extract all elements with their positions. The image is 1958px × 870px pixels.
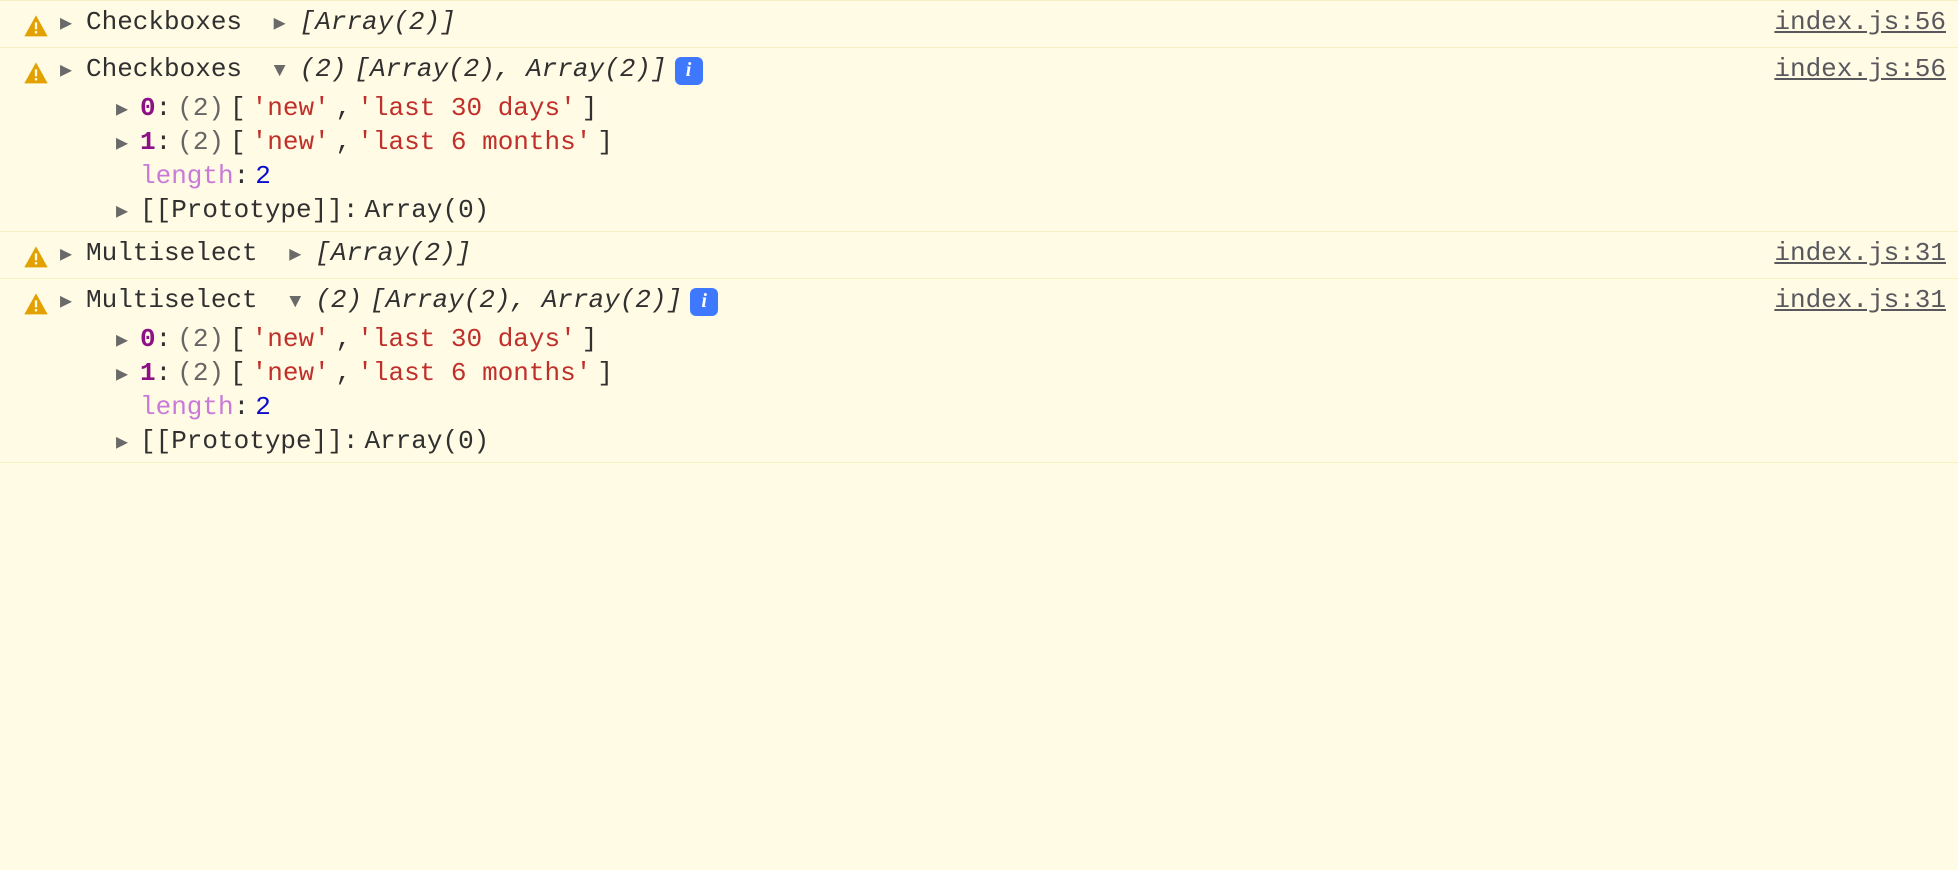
source-link[interactable]: index.js:31	[1774, 285, 1946, 315]
object-preview[interactable]: [Array(2)]	[315, 238, 471, 268]
object-expand-toggle[interactable]: ▶	[274, 10, 292, 36]
object-children: ▶ 0: (2) ['new', 'last 30 days'] ▶ 1: (2…	[116, 324, 1946, 456]
object-preview[interactable]: [Array(2)]	[300, 7, 456, 37]
log-label: Checkboxes	[86, 54, 242, 84]
array-item[interactable]: ▶ 1: (2) ['new', 'last 6 months']	[116, 358, 1946, 388]
warning-icon	[22, 244, 50, 272]
source-link[interactable]: index.js:56	[1774, 7, 1946, 37]
prototype-property[interactable]: ▶ [[Prototype]]: Array(0)	[116, 195, 1946, 225]
array-item[interactable]: ▶ 1: (2) ['new', 'last 6 months']	[116, 127, 1946, 157]
info-icon[interactable]: i	[690, 288, 718, 316]
info-icon[interactable]: i	[675, 57, 703, 85]
object-children: ▶ 0: (2) ['new', 'last 30 days'] ▶ 1: (2…	[116, 93, 1946, 225]
expand-toggle[interactable]: ▶	[116, 327, 134, 353]
expand-toggle[interactable]: ▶	[116, 96, 134, 122]
log-label: Checkboxes	[86, 7, 242, 37]
array-count: (2)	[300, 54, 347, 84]
warning-icon	[22, 60, 50, 88]
console-entry: ▶ Checkboxes ▼ (2) [Array(2), Array(2)] …	[0, 48, 1958, 232]
array-count: (2)	[315, 285, 362, 315]
length-property: ▶ length: 2	[116, 161, 1946, 191]
source-link[interactable]: index.js:31	[1774, 238, 1946, 268]
console-entry: ▶ Multiselect ▶ [Array(2)] index.js:31	[0, 232, 1958, 279]
warning-icon	[22, 13, 50, 41]
warning-icon	[22, 291, 50, 319]
expand-toggle[interactable]: ▶	[60, 288, 78, 314]
source-link[interactable]: index.js:56	[1774, 54, 1946, 84]
log-label: Multiselect	[86, 238, 258, 268]
expand-toggle[interactable]: ▶	[116, 198, 134, 224]
object-expand-toggle[interactable]: ▼	[289, 291, 307, 314]
console-entry: ▶ Multiselect ▼ (2) [Array(2), Array(2)]…	[0, 279, 1958, 463]
object-expand-toggle[interactable]: ▼	[274, 60, 292, 83]
console-entry: ▶ Checkboxes ▶ [Array(2)] index.js:56	[0, 0, 1958, 48]
expand-toggle[interactable]: ▶	[116, 429, 134, 455]
object-expand-toggle[interactable]: ▶	[289, 241, 307, 267]
object-preview[interactable]: [Array(2), Array(2)]	[370, 285, 682, 315]
expand-toggle[interactable]: ▶	[116, 130, 134, 156]
expand-toggle[interactable]: ▶	[116, 361, 134, 387]
prototype-property[interactable]: ▶ [[Prototype]]: Array(0)	[116, 426, 1946, 456]
length-property: ▶ length: 2	[116, 392, 1946, 422]
expand-toggle[interactable]: ▶	[60, 10, 78, 36]
console-panel: ▶ Checkboxes ▶ [Array(2)] index.js:56 ▶ …	[0, 0, 1958, 463]
expand-toggle[interactable]: ▶	[60, 57, 78, 83]
array-item[interactable]: ▶ 0: (2) ['new', 'last 30 days']	[116, 324, 1946, 354]
array-item[interactable]: ▶ 0: (2) ['new', 'last 30 days']	[116, 93, 1946, 123]
expand-toggle[interactable]: ▶	[60, 241, 78, 267]
log-label: Multiselect	[86, 285, 258, 315]
object-preview[interactable]: [Array(2), Array(2)]	[354, 54, 666, 84]
